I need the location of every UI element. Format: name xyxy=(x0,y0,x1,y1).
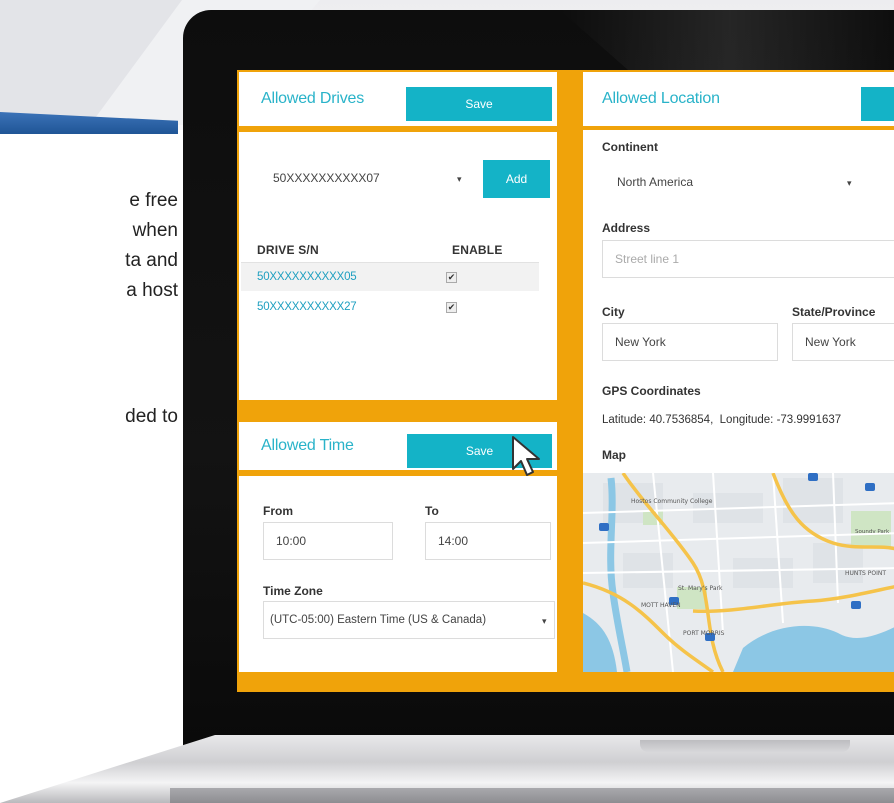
time-panel-body: From To 10:00 14:00 Time Zone (UTC-05:00… xyxy=(239,476,557,672)
enable-checkbox[interactable]: ✔ xyxy=(446,302,457,313)
gps-value: Latitude: 40.7536854, Longitude: -73.999… xyxy=(602,414,842,426)
continent-select[interactable]: North America xyxy=(602,162,854,202)
drives-save-button[interactable]: Save xyxy=(406,87,552,121)
col-header-enable: ENABLE xyxy=(452,243,503,257)
from-time-value: 10:00 xyxy=(276,534,307,548)
slide-text-line: e free xyxy=(129,190,178,211)
chevron-down-icon: ▾ xyxy=(847,178,852,188)
from-time-input[interactable]: 10:00 xyxy=(263,522,393,560)
to-label: To xyxy=(425,504,439,518)
continent-value: North America xyxy=(617,175,694,189)
map-label: Map xyxy=(602,448,626,462)
location-panel-title: Allowed Location xyxy=(602,90,720,107)
map-graphic: Hostos Community College St. Mary's Park… xyxy=(583,473,894,672)
state-value: New York xyxy=(805,335,856,349)
slide-text-line: ded to xyxy=(125,406,178,427)
map-place-park: St. Mary's Park xyxy=(678,585,723,592)
col-header-drive-sn: DRIVE S/N xyxy=(257,243,319,257)
city-label: City xyxy=(602,305,625,319)
timezone-label: Time Zone xyxy=(263,584,323,598)
slide-text-line: ta and xyxy=(125,250,178,271)
drives-panel-header: Allowed Drives Save xyxy=(239,72,557,126)
map-place-college: Hostos Community College xyxy=(631,498,713,505)
chevron-down-icon: ▾ xyxy=(457,174,462,184)
chevron-down-icon: ▾ xyxy=(542,616,547,626)
drives-panel-title: Allowed Drives xyxy=(261,90,365,107)
gps-label: GPS Coordinates xyxy=(602,384,701,398)
location-panel-header: Allowed Location xyxy=(583,72,894,126)
map-place-hunts: HUNTS POINT xyxy=(845,570,886,577)
location-save-button[interactable] xyxy=(861,87,894,121)
map-place-port: PORT MORRIS xyxy=(683,630,725,637)
drive-select-value: 50XXXXXXXXXX07 xyxy=(273,171,380,185)
slide-text-line: a host xyxy=(126,280,178,301)
map-place-mott: MOTT HAVEN xyxy=(641,602,681,609)
table-row: 50XXXXXXXXXX27 ✔ xyxy=(241,293,539,322)
map-place-sound: Soundv Park xyxy=(855,529,890,535)
from-label: From xyxy=(263,504,293,518)
drives-panel-body: 50XXXXXXXXXX07 ▾ Add DRIVE S/N ENABLE 50… xyxy=(239,132,557,400)
city-value: New York xyxy=(615,335,666,349)
address-label: Address xyxy=(602,221,651,235)
enable-checkbox[interactable]: ✔ xyxy=(446,272,457,283)
location-map[interactable]: Hostos Community College St. Mary's Park… xyxy=(583,473,894,672)
timezone-value: (UTC-05:00) Eastern Time (US & Canada) xyxy=(270,614,487,626)
address-placeholder: Street line 1 xyxy=(615,252,680,266)
laptop-base-edge xyxy=(170,788,894,803)
city-input[interactable]: New York xyxy=(602,323,778,361)
drive-serial-link[interactable]: 50XXXXXXXXXX05 xyxy=(257,271,357,283)
slide-body-text: e free when ta and a host xyxy=(18,186,178,306)
table-row: 50XXXXXXXXXX05 ✔ xyxy=(241,262,539,291)
time-panel-title: Allowed Time xyxy=(261,437,354,454)
continent-label: Continent xyxy=(602,140,658,154)
drive-serial-link[interactable]: 50XXXXXXXXXX27 xyxy=(257,301,357,313)
state-label: State/Province xyxy=(792,305,876,319)
state-input[interactable]: New York xyxy=(792,323,894,361)
drive-select[interactable]: 50XXXXXXXXXX07 xyxy=(263,158,471,198)
to-time-value: 14:00 xyxy=(438,534,469,548)
laptop-notch xyxy=(640,740,850,752)
slide-text-line: when xyxy=(132,220,178,241)
address-input[interactable]: Street line 1 xyxy=(602,240,894,278)
timezone-select[interactable]: (UTC-05:00) Eastern Time (US & Canada) xyxy=(263,601,555,639)
app-screen: Allowed Drives Save 50XXXXXXXXXX07 ▾ Add… xyxy=(237,70,894,692)
mouse-pointer-icon xyxy=(509,435,549,486)
to-time-input[interactable]: 14:00 xyxy=(425,522,551,560)
add-drive-button[interactable]: Add xyxy=(483,160,550,198)
